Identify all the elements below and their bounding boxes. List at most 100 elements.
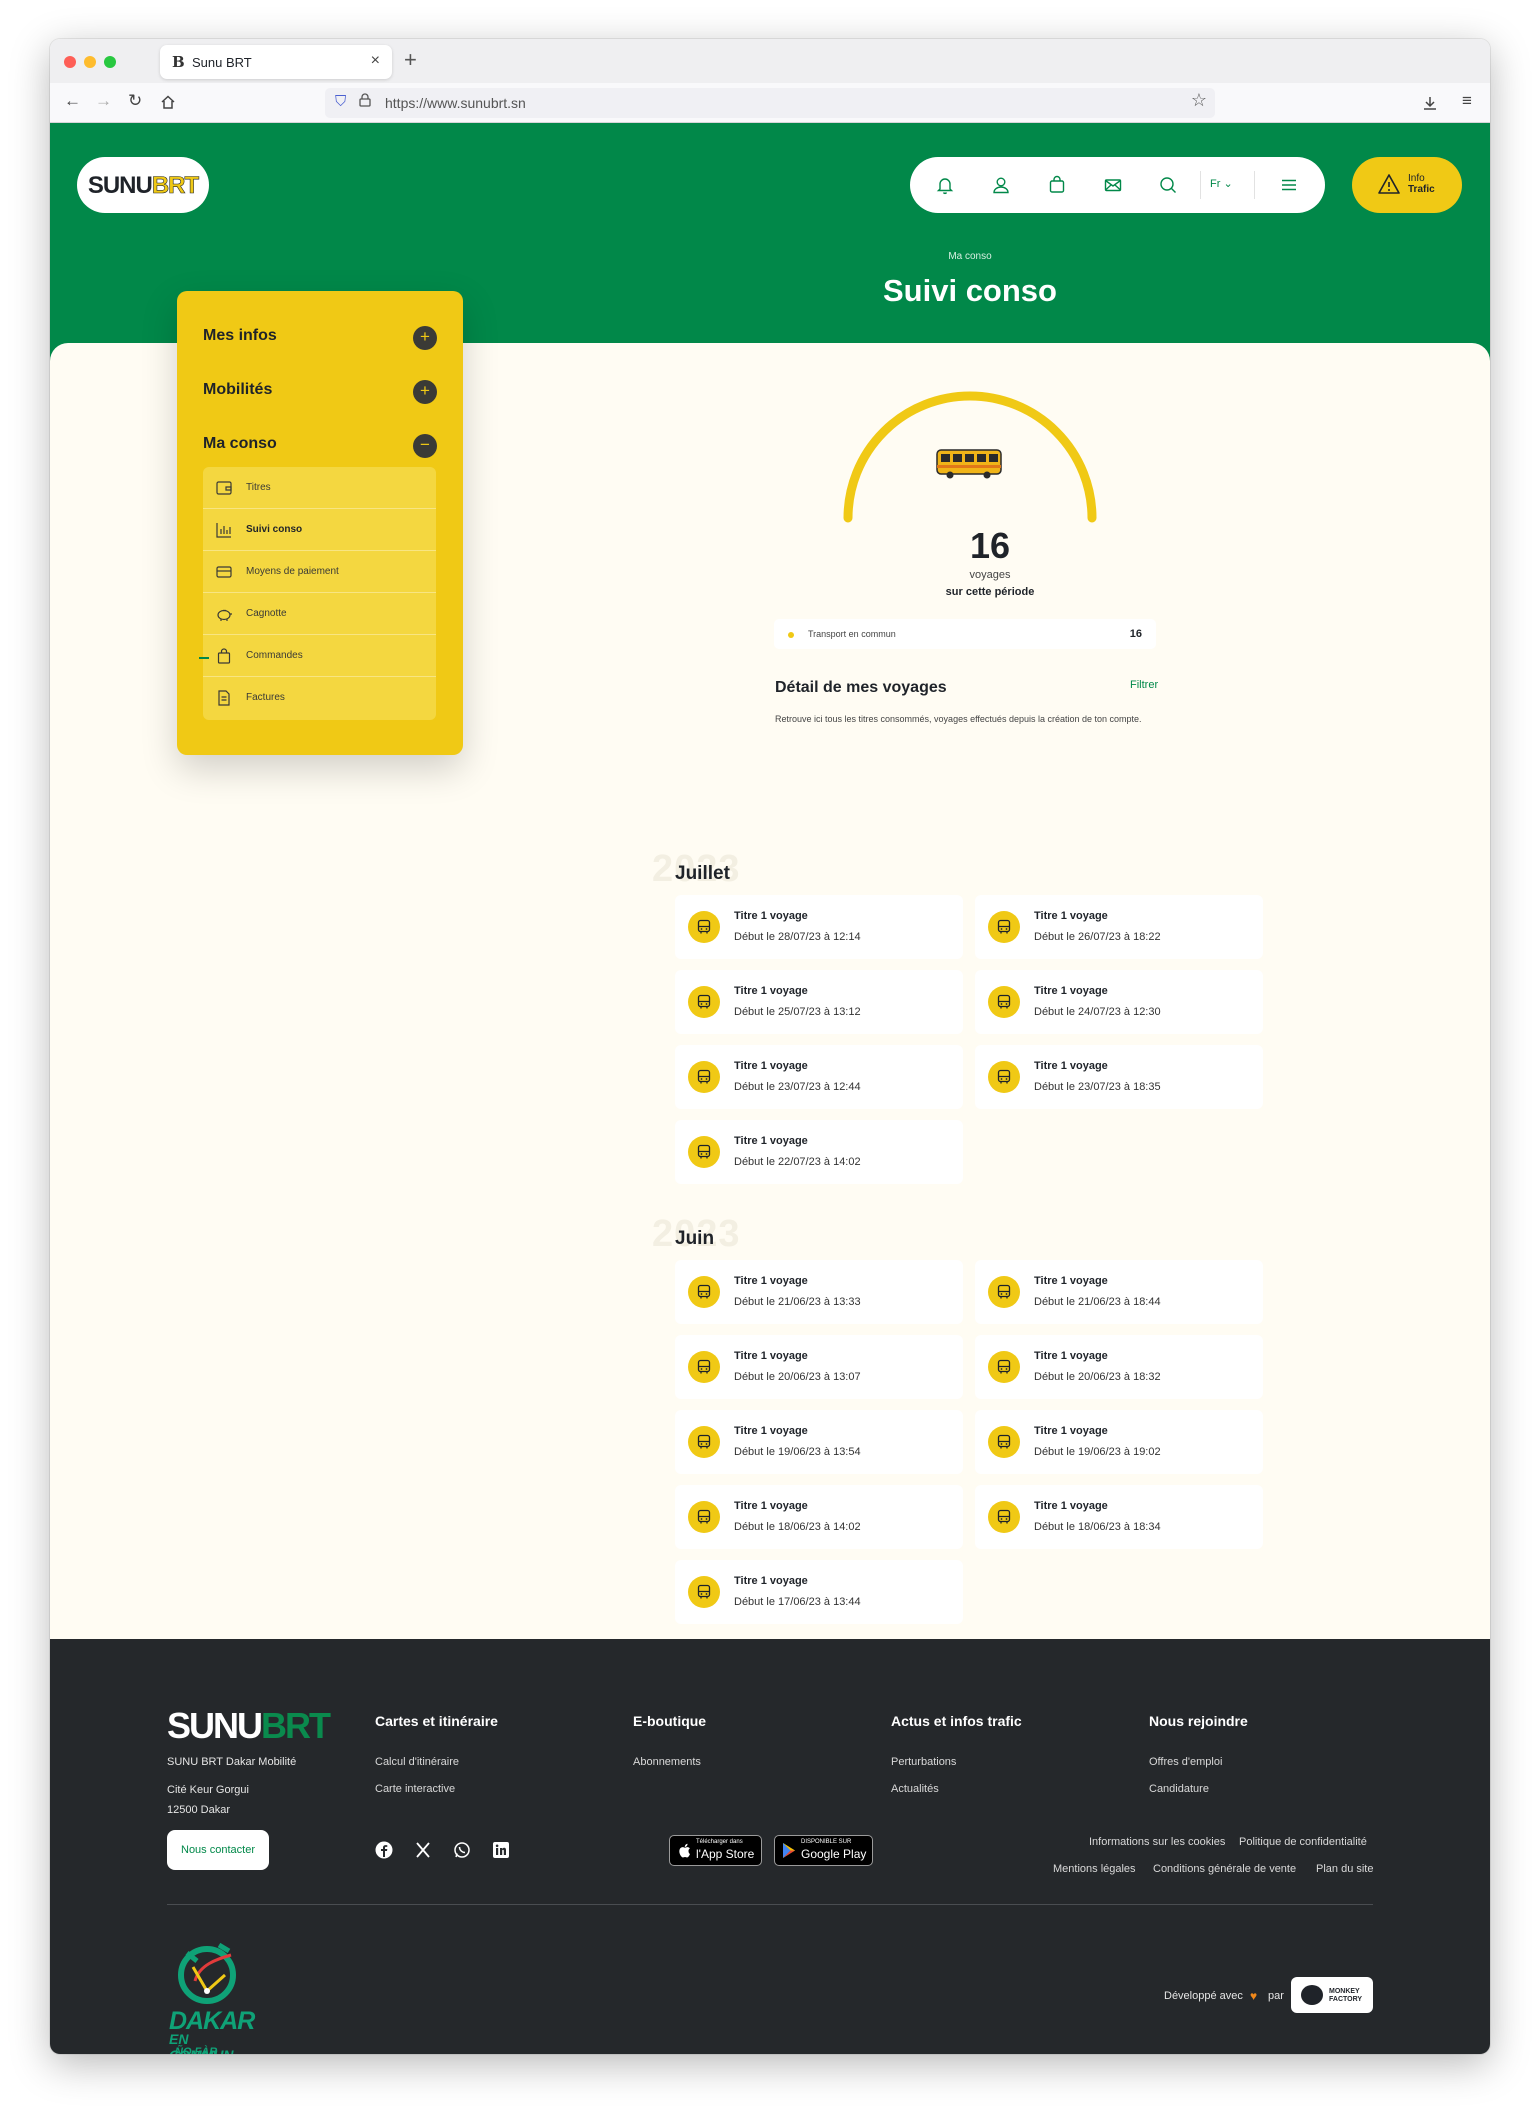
user-icon[interactable] xyxy=(989,173,1013,197)
footer-legal-link[interactable]: Informations sur les cookies xyxy=(1089,1836,1225,1848)
mail-icon[interactable] xyxy=(1101,173,1125,197)
browser-tab[interactable]: B Sunu BRT × xyxy=(160,45,392,79)
footer-link[interactable]: Actualités xyxy=(891,1783,939,1795)
bus-icon xyxy=(688,1576,720,1608)
bus-icon xyxy=(936,449,1002,479)
trip-card[interactable]: Titre 1 voyage Début le 28/07/23 à 12:14 xyxy=(675,895,963,959)
app-store-button[interactable]: Télécharger dans l'App Store xyxy=(669,1835,762,1866)
footer-logo-brt: BRT xyxy=(261,1705,331,1746)
address-bar[interactable]: ⛉ https://www.sunubrt.sn ☆ xyxy=(325,88,1215,118)
google-play-button[interactable]: DISPONIBLE SUR Google Play xyxy=(774,1835,873,1866)
expand-icon[interactable]: + xyxy=(413,380,437,404)
lock-icon xyxy=(359,93,371,107)
trip-card[interactable]: Titre 1 voyage Début le 20/06/23 à 18:32 xyxy=(975,1335,1263,1399)
footer-link[interactable]: Perturbations xyxy=(891,1756,956,1768)
trip-card[interactable]: Titre 1 voyage Début le 25/07/23 à 13:12 xyxy=(675,970,963,1034)
section-ma-conso[interactable]: Ma conso xyxy=(203,435,277,453)
app-menu-icon[interactable]: ≡ xyxy=(1462,91,1472,111)
sidebar-item-cagnotte[interactable]: Cagnotte xyxy=(203,593,436,635)
monkey-factory-badge[interactable]: MONKEY FACTORY xyxy=(1291,1977,1373,2013)
footer-link[interactable]: Candidature xyxy=(1149,1783,1209,1795)
bus-icon xyxy=(688,1276,720,1308)
trip-card[interactable]: Titre 1 voyage Début le 18/06/23 à 14:02 xyxy=(675,1485,963,1549)
trip-card[interactable]: Titre 1 voyage Début le 22/07/23 à 14:02 xyxy=(675,1120,963,1184)
bookmark-star-icon[interactable]: ☆ xyxy=(1191,90,1207,111)
footer-legal-link[interactable]: Politique de confidentialité xyxy=(1239,1836,1367,1848)
footer-col-title: Actus et infos trafic xyxy=(891,1713,1022,1729)
invoice-icon xyxy=(218,690,230,706)
new-tab-icon[interactable]: + xyxy=(404,47,417,73)
sidebar-item-commandes[interactable]: Commandes xyxy=(203,635,436,677)
trip-card[interactable]: Titre 1 voyage Début le 23/07/23 à 18:35 xyxy=(975,1045,1263,1109)
whatsapp-icon[interactable] xyxy=(453,1841,471,1859)
reload-icon[interactable]: ↻ xyxy=(128,91,142,111)
sidebar-item-suivi-conso[interactable]: Suivi conso xyxy=(203,509,436,551)
bus-icon xyxy=(688,1501,720,1533)
trip-title: Titre 1 voyage xyxy=(734,1425,808,1437)
trip-title: Titre 1 voyage xyxy=(1034,985,1108,997)
linkedin-icon[interactable] xyxy=(492,1841,510,1859)
trip-title: Titre 1 voyage xyxy=(734,1135,808,1147)
home-icon[interactable] xyxy=(160,94,176,110)
language-selector[interactable]: Fr ⌄ xyxy=(1210,177,1233,190)
minimize-window-button[interactable] xyxy=(84,56,96,68)
bus-icon xyxy=(688,1426,720,1458)
filter-button[interactable]: Filtrer xyxy=(1130,679,1158,691)
section-mes-infos[interactable]: Mes infos xyxy=(203,327,277,345)
x-icon[interactable] xyxy=(414,1841,432,1859)
facebook-icon[interactable] xyxy=(375,1841,393,1859)
info-trafic-button[interactable]: Info Trafic xyxy=(1352,157,1462,213)
footer-link[interactable]: Carte interactive xyxy=(375,1783,455,1795)
trip-card[interactable]: Titre 1 voyage Début le 20/06/23 à 13:07 xyxy=(675,1335,963,1399)
footer-link[interactable]: Calcul d'itinéraire xyxy=(375,1756,459,1768)
sidebar-item-titres[interactable]: Titres xyxy=(203,467,436,509)
sidebar-item-moyens-de-paiement[interactable]: Moyens de paiement xyxy=(203,551,436,593)
search-icon[interactable] xyxy=(1156,173,1180,197)
trip-card[interactable]: Titre 1 voyage Début le 21/06/23 à 18:44 xyxy=(975,1260,1263,1324)
download-icon[interactable] xyxy=(1422,95,1438,111)
footer-legal-link[interactable]: Plan du site xyxy=(1316,1863,1373,1875)
footer-link[interactable]: Offres d'emploi xyxy=(1149,1756,1222,1768)
footer-link[interactable]: Abonnements xyxy=(633,1756,701,1768)
footer-logo[interactable]: SUNUBRT xyxy=(167,1705,331,1747)
trip-card[interactable]: Titre 1 voyage Début le 24/07/23 à 12:30 xyxy=(975,970,1263,1034)
breadcrumb[interactable]: Ma conso xyxy=(50,251,1490,262)
bus-icon xyxy=(988,1276,1020,1308)
trip-date: Début le 18/06/23 à 18:34 xyxy=(1034,1521,1161,1533)
trip-card[interactable]: Titre 1 voyage Début le 19/06/23 à 19:02 xyxy=(975,1410,1263,1474)
forward-icon[interactable]: → xyxy=(95,91,112,111)
back-icon[interactable]: ← xyxy=(64,91,81,111)
trip-date: Début le 20/06/23 à 18:32 xyxy=(1034,1371,1161,1383)
sidebar-item-factures[interactable]: Factures xyxy=(203,677,436,719)
close-tab-icon[interactable]: × xyxy=(371,52,380,70)
trip-title: Titre 1 voyage xyxy=(734,910,808,922)
close-window-button[interactable] xyxy=(64,56,76,68)
trip-card[interactable]: Titre 1 voyage Début le 19/06/23 à 13:54 xyxy=(675,1410,963,1474)
wallet-icon xyxy=(216,481,232,495)
trip-card[interactable]: Titre 1 voyage Début le 17/06/23 à 13:44 xyxy=(675,1560,963,1624)
bus-icon xyxy=(688,986,720,1018)
maximize-window-button[interactable] xyxy=(104,56,116,68)
footer-legal-link[interactable]: Mentions légales xyxy=(1053,1863,1136,1875)
favicon-icon: B xyxy=(172,53,185,71)
trip-date: Début le 17/06/23 à 13:44 xyxy=(734,1596,861,1608)
contact-button[interactable]: Nous contacter xyxy=(167,1830,269,1870)
trip-card[interactable]: Titre 1 voyage Début le 21/06/23 à 13:33 xyxy=(675,1260,963,1324)
collapse-icon[interactable]: − xyxy=(413,434,437,458)
footer-legal-link[interactable]: Conditions générale de vente xyxy=(1153,1863,1296,1875)
expand-icon[interactable]: + xyxy=(413,326,437,350)
site-logo[interactable]: SUNUBRT xyxy=(77,157,209,213)
trip-card[interactable]: Titre 1 voyage Début le 18/06/23 à 18:34 xyxy=(975,1485,1263,1549)
bag-icon[interactable] xyxy=(1045,173,1069,197)
bus-icon xyxy=(988,911,1020,943)
trip-date: Début le 24/07/23 à 12:30 xyxy=(1034,1006,1161,1018)
warning-icon xyxy=(1378,174,1400,194)
nav-divider xyxy=(1200,171,1201,199)
trip-card[interactable]: Titre 1 voyage Début le 23/07/23 à 12:44 xyxy=(675,1045,963,1109)
bell-icon[interactable] xyxy=(933,173,957,197)
trip-date: Début le 23/07/23 à 12:44 xyxy=(734,1081,861,1093)
footer-col-title: Cartes et itinéraire xyxy=(375,1713,498,1729)
trip-card[interactable]: Titre 1 voyage Début le 26/07/23 à 18:22 xyxy=(975,895,1263,959)
menu-icon[interactable] xyxy=(1277,173,1301,197)
section-mobilites[interactable]: Mobilités xyxy=(203,381,272,399)
